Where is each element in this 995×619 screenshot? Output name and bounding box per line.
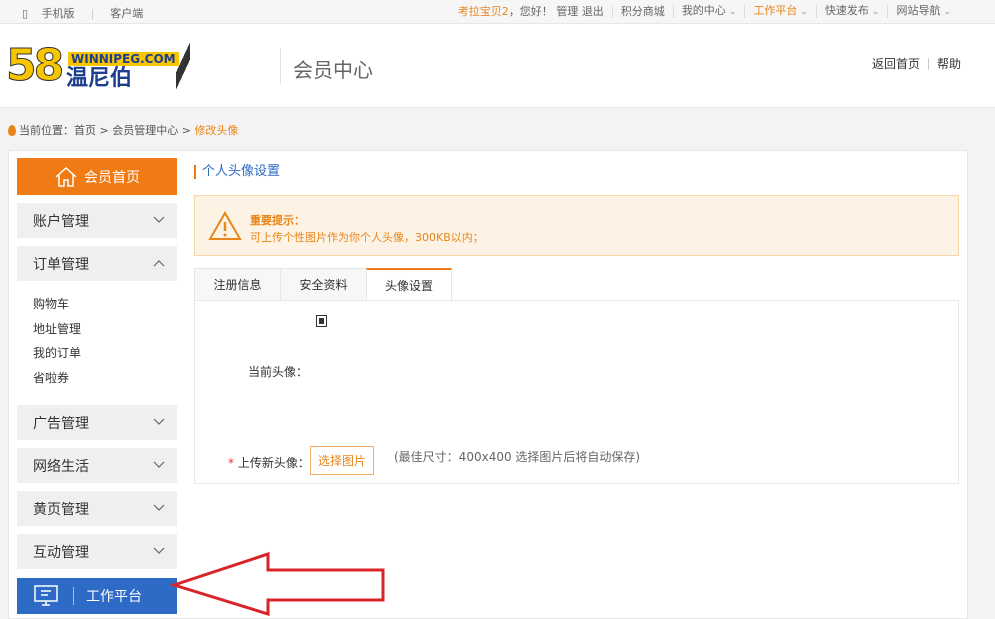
sidebar-item-orders[interactable]: 订单管理 [17, 246, 177, 281]
breadcrumb-center[interactable]: 会员管理中心 [112, 122, 178, 138]
header: 58 WINNIPEG.COM 温尼伯 会员中心 返回首页 帮助 [0, 24, 995, 108]
username-link[interactable]: 考拉宝贝2 [458, 5, 509, 18]
sidebar-sub-cart[interactable]: 购物车 [33, 295, 69, 312]
member-home-button[interactable]: 会员首页 [17, 158, 177, 195]
notice-title: 重要提示： [250, 214, 305, 227]
chevron-down-icon [153, 547, 165, 554]
back-home-link[interactable]: 返回首页 [864, 58, 928, 70]
breadcrumb-home[interactable]: 首页 [74, 122, 96, 138]
tab-register-info[interactable]: 注册信息 [194, 268, 280, 301]
sidebar-item-account[interactable]: 账户管理 [17, 203, 177, 238]
home-icon [55, 166, 77, 187]
mobile-link[interactable]: ▯ 手机版 [6, 5, 83, 21]
sidebar-item-netlife[interactable]: 网络生活 [17, 448, 177, 483]
page-title: 会员中心 [293, 58, 373, 82]
breadcrumb: 当前位置： 首页 > 会员管理中心 > 修改头像 [8, 122, 238, 138]
chevron-down-icon [153, 504, 165, 511]
client-link[interactable]: 客户端 [102, 5, 151, 21]
points-mall-link[interactable]: 积分商城 [611, 5, 673, 18]
manage-link[interactable]: 管理 [556, 5, 578, 18]
chevron-down-icon [153, 461, 165, 468]
sidebar-sub-address[interactable]: 地址管理 [33, 320, 81, 337]
upload-avatar-label: * 上传新头像： [228, 456, 310, 470]
sidebar-item-ads[interactable]: 广告管理 [17, 405, 177, 440]
my-center-menu[interactable]: 我的中心 ⌄ [672, 5, 745, 18]
header-divider [280, 48, 281, 84]
chevron-down-icon [153, 216, 165, 223]
location-pin-icon [8, 124, 16, 136]
section-title: 个人头像设置 [194, 165, 280, 179]
chevron-down-icon: ⌄ [728, 7, 737, 17]
monitor-icon [34, 585, 58, 606]
chevron-down-icon: ⌄ [800, 7, 808, 17]
notice-text: 可上传个性图片作为你个人头像，300KB以内； [250, 231, 484, 244]
user-greeting: 考拉宝贝2，您好！ 管理 退出 [457, 4, 604, 18]
notice-box: 重要提示： 可上传个性图片作为你个人头像，300KB以内； [194, 195, 959, 256]
chevron-up-icon [153, 260, 165, 267]
chevron-down-icon [153, 418, 165, 425]
phone-icon: ▯ [22, 7, 29, 20]
chevron-down-icon: ⌄ [943, 7, 951, 17]
choose-image-button[interactable]: 选择图片 [310, 446, 374, 475]
sidebar-sub-coupons[interactable]: 省啦券 [33, 369, 69, 386]
sidebar-item-interact[interactable]: 互动管理 [17, 534, 177, 569]
tab-security[interactable]: 安全资料 [280, 268, 366, 301]
warning-icon [208, 210, 242, 240]
current-avatar-label: 当前头像： [248, 365, 309, 379]
chevron-down-icon: ⌄ [871, 7, 880, 17]
sidebar-item-yellow-pages[interactable]: 黄页管理 [17, 491, 177, 526]
workspace-menu[interactable]: 工作平台 ⌄ [744, 5, 816, 18]
tab-avatar[interactable]: 头像设置 [366, 268, 452, 301]
work-platform-button[interactable]: 工作平台 [17, 578, 177, 614]
help-link[interactable]: 帮助 [927, 58, 969, 70]
site-logo[interactable]: 58 WINNIPEG.COM 温尼伯 [5, 38, 192, 94]
annotation-arrow [169, 551, 385, 616]
top-bar: ▯ 手机版 | 客户端 考拉宝贝2，您好！ 管理 退出 积分商城 我的中心 ⌄ 工… [0, 0, 995, 24]
site-nav-menu[interactable]: 网站导航 ⌄ [887, 5, 959, 18]
upload-hint: (最佳尺寸：400x400 选择图片后将自动保存) [394, 450, 641, 464]
broken-image-icon [316, 315, 327, 327]
breadcrumb-current: 修改头像 [194, 124, 239, 137]
tab-bar: 注册信息 安全资料 头像设置 [194, 268, 452, 301]
sidebar-sub-my-orders[interactable]: 我的订单 [33, 344, 81, 361]
quick-post-menu[interactable]: 快速发布 ⌄ [815, 5, 888, 18]
logout-link[interactable]: 退出 [582, 5, 604, 18]
